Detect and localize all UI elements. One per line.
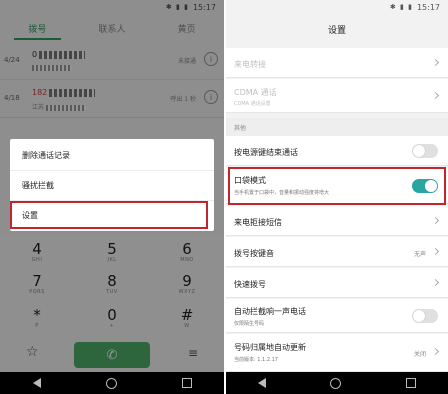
menu-item-harassment-block[interactable]: 骚扰拦截 bbox=[10, 170, 214, 200]
settings-row-dial-tone[interactable]: 拨号按键音 无声 bbox=[226, 237, 448, 267]
settings-row-reject-sms[interactable]: 来电拒接短信 bbox=[226, 206, 448, 236]
chevron-right-icon bbox=[431, 91, 440, 100]
settings-row-ring-once-block[interactable]: 自动拦截响一声电话 仅限陌生号码 bbox=[226, 299, 448, 333]
home-icon[interactable] bbox=[330, 377, 342, 389]
back-icon[interactable] bbox=[258, 378, 267, 388]
section-header-other: 其他 bbox=[226, 118, 448, 136]
settings-row-cdma[interactable]: CDMA 通话 CDMA 通话设置 bbox=[226, 79, 448, 113]
status-time: 15:17 bbox=[416, 2, 440, 12]
chevron-right-icon bbox=[431, 216, 440, 225]
status-icons: ✱ ▮ ▮ bbox=[389, 3, 413, 11]
system-nav-bar bbox=[226, 372, 448, 394]
recents-icon[interactable] bbox=[405, 378, 416, 388]
chevron-right-icon bbox=[431, 58, 440, 67]
chevron-right-icon bbox=[431, 247, 440, 256]
recents-icon[interactable] bbox=[181, 378, 192, 388]
settings-row-number-location-update[interactable]: 号码归属地自动更新 当前版本: 1.1.2.17 关闭 bbox=[226, 334, 448, 372]
system-nav-bar bbox=[0, 372, 224, 394]
settings-row-speed-dial[interactable]: 快速拨号 bbox=[226, 268, 448, 298]
pocket-mode-highlight bbox=[228, 167, 446, 205]
back-icon[interactable] bbox=[32, 378, 41, 388]
settings-row-call-forwarding[interactable]: 来电转接 bbox=[226, 48, 448, 78]
dial-tone-value: 无声 bbox=[413, 251, 426, 258]
toggle-switch[interactable] bbox=[412, 144, 438, 158]
chevron-right-icon bbox=[431, 347, 440, 356]
menu-item-delete-call-log[interactable]: 删除通话记录 bbox=[10, 140, 214, 170]
settings-highlight bbox=[10, 201, 208, 229]
home-icon[interactable] bbox=[105, 377, 117, 389]
location-update-value: 关闭 bbox=[413, 351, 426, 358]
settings-screen: ✱ ▮ ▮ 15:17 设置 来电转接 CDMA 通话 CDMA 通话设置 其他… bbox=[226, 0, 448, 394]
status-bar: ✱ ▮ ▮ 15:17 bbox=[226, 0, 448, 14]
page-title: 设置 bbox=[226, 14, 448, 44]
toggle-switch[interactable] bbox=[412, 309, 438, 323]
settings-row-power-key-end-call[interactable]: 按电源键结束通话 bbox=[226, 136, 448, 166]
chevron-right-icon bbox=[431, 278, 440, 287]
dialer-screen: ✱ ▮ ▮ 15:17 拨号 联系人 黄页 4/24 0 未接通 i 4/18 … bbox=[0, 0, 224, 394]
